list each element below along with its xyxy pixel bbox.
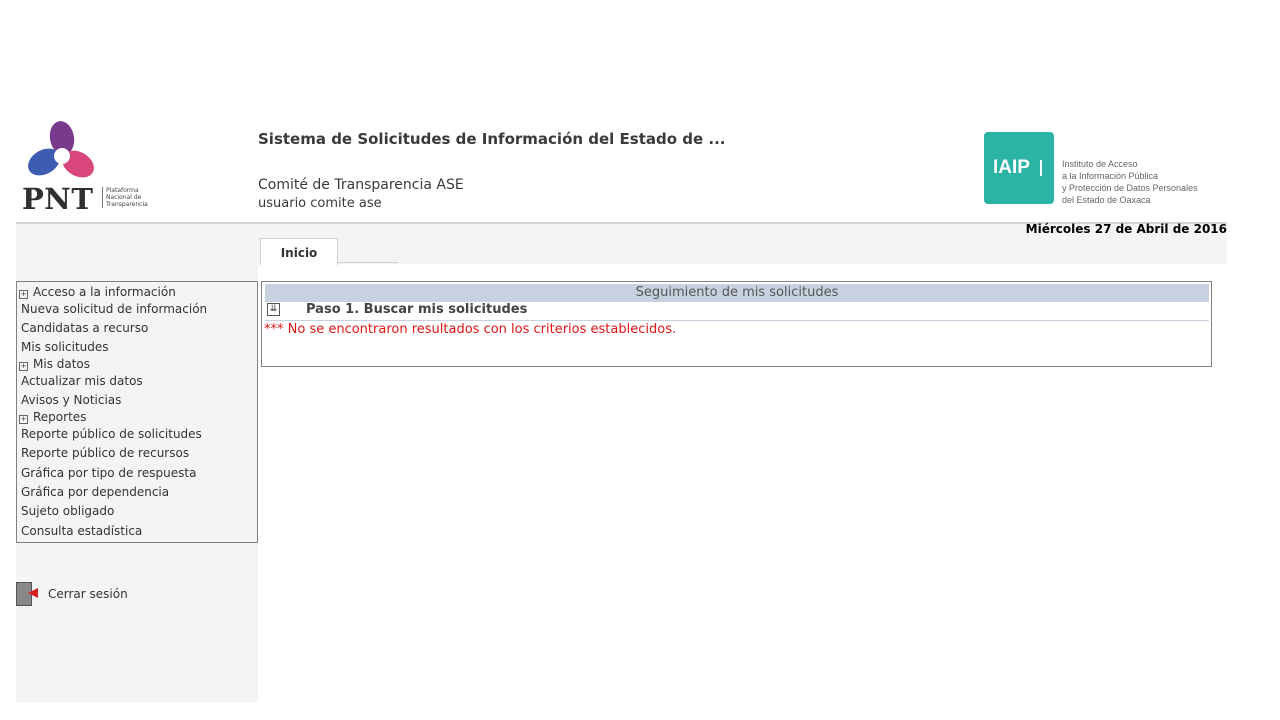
tab-strip-line [338,262,398,263]
logout-label: Cerrar sesión [48,587,128,601]
iaip-institution-name: Instituto de Acceso a la Información Púb… [1062,159,1198,205]
sidebar-section-acceso[interactable]: + Acceso a la información [19,285,176,299]
iaip-logo-text: IAIP [993,157,1030,178]
sidebar-item-grafica-tipo-respuesta[interactable]: Gráfica por tipo de respuesta [21,466,196,480]
sidebar-item-reporte-recursos[interactable]: Reporte público de recursos [21,446,189,460]
tracking-panel: Seguimiento de mis solicitudes ⇊ Paso 1.… [261,281,1212,367]
sidebar-item-consulta-estadistica[interactable]: Consulta estadística [21,524,142,538]
panel-title: Seguimiento de mis solicitudes [265,284,1209,302]
no-results-message: *** No se encontraron resultados con los… [264,322,677,337]
collapse-chevron-icon[interactable]: ⇊ [267,303,280,316]
sidebar-item-reporte-solicitudes[interactable]: Reporte público de solicitudes [21,427,202,441]
pnt-logo: PNT Plataforma Nacional de Transparencia [20,118,160,218]
sidebar-item-nueva-solicitud[interactable]: Nueva solicitud de información [21,302,207,316]
step-row: ⇊ Paso 1. Buscar mis solicitudes [265,302,1209,321]
sidebar-item-avisos-noticias[interactable]: Avisos y Noticias [21,393,121,407]
sidebar-menu: + Acceso a la información Nueva solicitud… [16,281,258,543]
user-name: usuario comite ase [258,196,382,211]
sidebar-item-mis-solicitudes[interactable]: Mis solicitudes [21,340,109,354]
system-title: Sistema de Solicitudes de Información de… [258,130,726,148]
expand-icon: + [19,362,28,371]
expand-icon: + [19,415,28,424]
pnt-logo-subtitle: Plataforma Nacional de Transparencia [102,187,166,208]
step-label[interactable]: Paso 1. Buscar mis solicitudes [306,302,527,317]
sidebar-section-mis-datos[interactable]: + Mis datos [19,357,90,371]
pnt-logo-text: PNT [22,182,94,216]
pnt-flower-icon [28,121,94,178]
expand-icon: + [19,290,28,299]
sidebar-item-sujeto-obligado[interactable]: Sujeto obligado [21,504,114,518]
sidebar-section-reportes[interactable]: + Reportes [19,410,86,424]
current-date: Miércoles 27 de Abril de 2016 [1025,222,1227,236]
sidebar-item-grafica-dependencia[interactable]: Gráfica por dependencia [21,485,169,499]
sidebar-item-actualizar-datos[interactable]: Actualizar mis datos [21,374,143,388]
sidebar-item-candidatas-recurso[interactable]: Candidatas a recurso [21,321,148,335]
logout-arrow-icon [28,588,38,598]
iaip-logo-icon: IAIP [984,132,1054,204]
tab-inicio[interactable]: Inicio [260,238,338,265]
committee-name: Comité de Transparencia ASE [258,177,464,193]
